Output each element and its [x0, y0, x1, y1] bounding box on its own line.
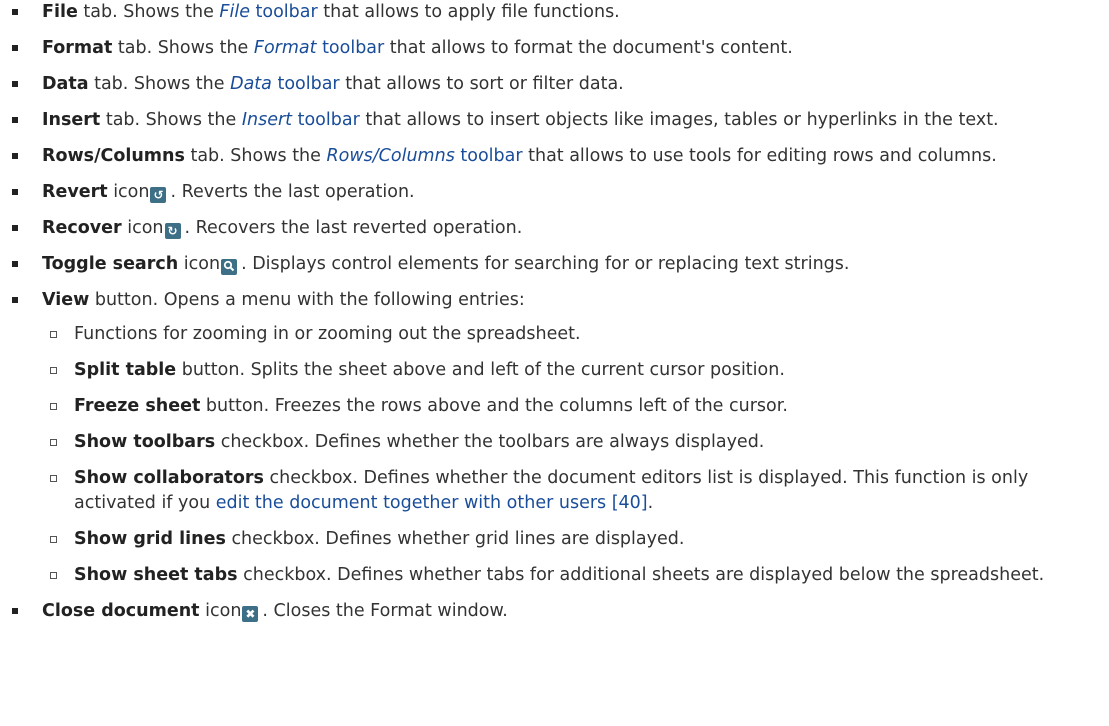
term: Data [42, 74, 89, 94]
list-item-toggle-search: Toggle search icon . Displays control ele… [0, 252, 1109, 277]
list-item-insert-tab: Insert tab. Shows the Insert toolbar tha… [0, 108, 1109, 133]
list-item-recover: Recover icon ↻. Recovers the last reverte… [0, 216, 1109, 241]
term: Show toolbars [74, 432, 216, 452]
text: icon [178, 254, 221, 274]
term: View [42, 290, 90, 310]
list-item-rows-columns-tab: Rows/Columns tab. Shows the Rows/Columns… [0, 144, 1109, 169]
sub-item-show-toolbars: Show toolbars checkbox. Defines whether … [42, 430, 1109, 455]
term: Split table [74, 360, 177, 380]
format-toolbar-link[interactable]: Format toolbar [254, 38, 384, 58]
text: . Recovers the last reverted operation. [184, 218, 523, 238]
text: tab. Shows the [88, 74, 231, 94]
term: Freeze sheet [74, 396, 201, 416]
text: . Displays control elements for searchin… [241, 254, 850, 274]
link-text[interactable]: toolbar [455, 146, 522, 166]
text: that allows to apply file functions. [317, 2, 620, 22]
sub-item-split-table: Split table button. Splits the sheet abo… [42, 358, 1109, 383]
sub-item-zoom: Functions for zooming in or zooming out … [42, 322, 1109, 347]
recover-icon: ↻ [164, 223, 181, 239]
link-text[interactable]: toolbar [292, 110, 360, 130]
collaboration-link[interactable]: edit the document together with other us… [216, 493, 648, 513]
link-italic[interactable]: Data [230, 74, 272, 94]
text: tab. Shows the [184, 146, 327, 166]
list-item-close-document: Close document icon ✖. Closes the Format … [0, 599, 1109, 624]
list-item-revert: Revert icon ↺. Reverts the last operation… [0, 180, 1109, 205]
text: button. Opens a menu with the following … [89, 290, 525, 310]
sub-item-show-grid-lines: Show grid lines checkbox. Defines whethe… [42, 527, 1109, 552]
term: Recover [42, 218, 122, 238]
list-item-data-tab: Data tab. Shows the Data toolbar that al… [0, 72, 1109, 97]
text: button. Splits the sheet above and left … [176, 360, 785, 380]
link-italic[interactable]: Rows/Columns [326, 146, 454, 166]
term: Toggle search [42, 254, 179, 274]
list-item-file-tab: File tab. Shows the File toolbar that al… [0, 0, 1109, 25]
link-italic[interactable]: Insert [242, 110, 292, 130]
term: Format [42, 38, 113, 58]
link-text[interactable]: toolbar [317, 38, 384, 58]
file-toolbar-link[interactable]: File toolbar [219, 2, 317, 22]
link-italic[interactable]: File [219, 2, 250, 22]
text: Functions for zooming in or zooming out … [74, 324, 581, 344]
data-toolbar-link[interactable]: Data toolbar [230, 74, 340, 94]
text: that allows to sort or filter data. [339, 74, 624, 94]
sub-item-freeze-sheet: Freeze sheet button. Freezes the rows ab… [42, 394, 1109, 419]
text: icon [107, 182, 150, 202]
text: tab. Shows the [100, 110, 242, 130]
text: . Closes the Format window. [262, 601, 508, 621]
text: . [647, 493, 654, 513]
text: tab. Shows the [112, 38, 254, 58]
view-submenu-list: Functions for zooming in or zooming out … [42, 322, 1109, 588]
term: Revert [42, 182, 108, 202]
sub-item-show-sheet-tabs: Show sheet tabs checkbox. Defines whethe… [42, 563, 1109, 588]
sub-item-show-collaborators: Show collaborators checkbox. Defines whe… [42, 466, 1109, 516]
insert-toolbar-link[interactable]: Insert toolbar [242, 110, 360, 130]
term: Close document [42, 601, 200, 621]
revert-icon: ↺ [150, 187, 167, 203]
text: icon [199, 601, 242, 621]
text: checkbox. Defines whether tabs for addit… [237, 565, 1045, 585]
term: Show sheet tabs [74, 565, 238, 585]
text: . Reverts the last operation. [170, 182, 415, 202]
text: that allows to use tools for editing row… [522, 146, 997, 166]
link-text[interactable]: toolbar [250, 2, 318, 22]
search-icon [221, 259, 238, 275]
text: that allows to format the document's con… [384, 38, 793, 58]
text: button. Freezes the rows above and the c… [200, 396, 788, 416]
list-item-view: View button. Opens a menu with the follo… [0, 288, 1109, 588]
feature-list: File tab. Shows the File toolbar that al… [0, 0, 1109, 624]
term: Insert [42, 110, 101, 130]
term: Show grid lines [74, 529, 226, 549]
link-italic[interactable]: Format [254, 38, 317, 58]
close-icon: ✖ [242, 606, 259, 622]
text: that allows to insert objects like image… [359, 110, 999, 130]
text: tab. Shows the [77, 2, 220, 22]
text: checkbox. Defines whether grid lines are… [225, 529, 685, 549]
rows-columns-toolbar-link[interactable]: Rows/Columns toolbar [326, 146, 522, 166]
list-item-format-tab: Format tab. Shows the Format toolbar tha… [0, 36, 1109, 61]
text: checkbox. Defines whether the toolbars a… [215, 432, 765, 452]
link-text[interactable]: toolbar [272, 74, 339, 94]
term: File [42, 2, 78, 22]
term: Show collaborators [74, 468, 264, 488]
term: Rows/Columns [42, 146, 185, 166]
text: icon [121, 218, 164, 238]
